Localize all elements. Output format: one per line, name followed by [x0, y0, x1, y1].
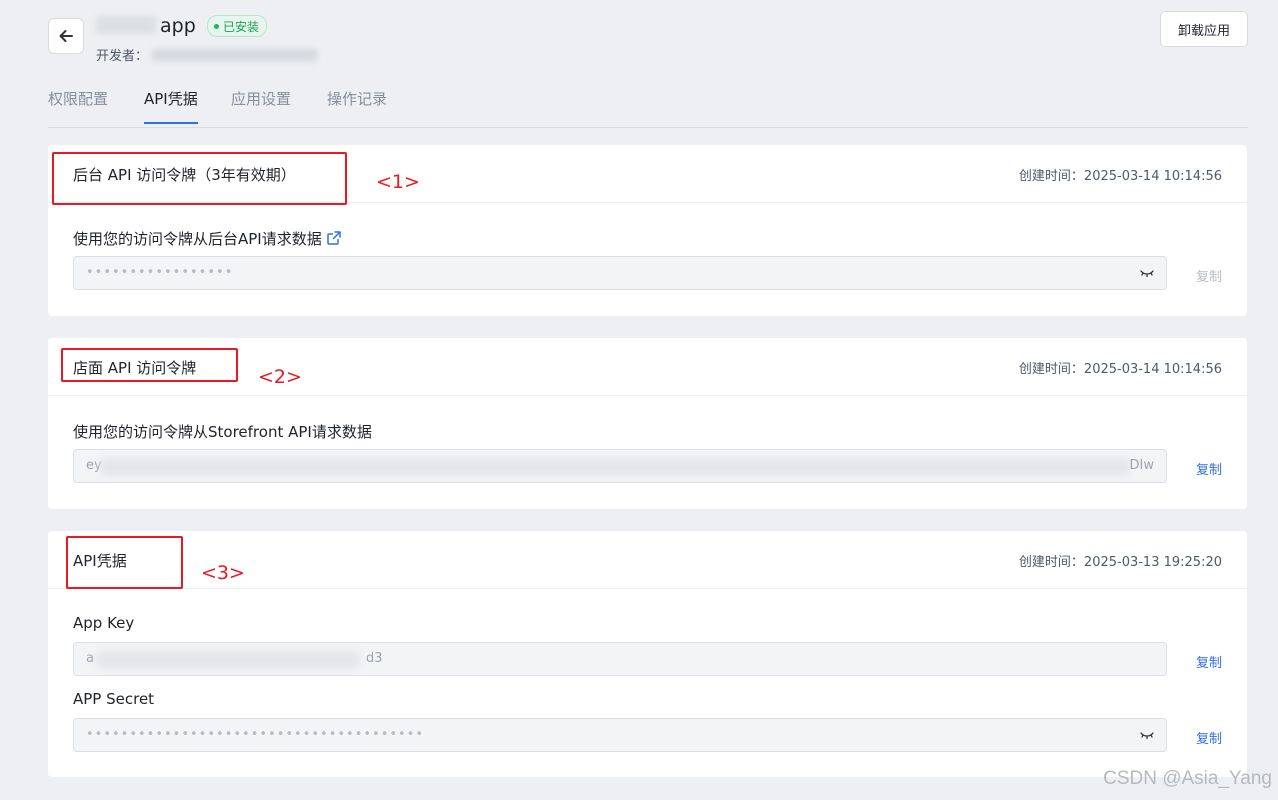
annotation-box-1 [52, 152, 347, 205]
developer-info: 开发者： [96, 45, 318, 64]
field-label: 使用您的访问令牌从Storefront API请求数据 [73, 423, 372, 441]
app-name: app [96, 15, 196, 37]
tab-permissions[interactable]: 权限配置 [48, 88, 108, 123]
eye-closed-icon[interactable] [1140, 268, 1154, 278]
field-label: 使用您的访问令牌从后台API请求数据 [73, 228, 342, 249]
watermark: CSDN @Asia_Yang [1103, 768, 1272, 789]
tab-api-credentials[interactable]: API凭据 [144, 88, 198, 124]
status-dot-icon [214, 23, 219, 29]
redacted-app-name [96, 16, 156, 34]
back-button[interactable] [48, 18, 84, 54]
tab-app-settings[interactable]: 应用设置 [231, 88, 291, 123]
redacted-app-key [96, 651, 360, 669]
redacted-developer-name [152, 49, 318, 61]
copy-button[interactable]: 复制 [1196, 459, 1222, 478]
uninstall-button[interactable]: 卸载应用 [1160, 11, 1248, 47]
annotation-label-1: <1> [376, 171, 420, 193]
app-secret-label: APP Secret [73, 690, 155, 708]
app-header: app 已安装 开发者： 卸载应用 [48, 10, 1248, 66]
annotation-label-3: <3> [201, 562, 245, 584]
annotation-box-2 [61, 348, 238, 382]
redacted-token [100, 458, 1130, 476]
masked-token: ••••••••••••••••• [86, 265, 234, 280]
token-value-end: DIw [1129, 458, 1154, 473]
created-time: 创建时间：2025-03-14 10:14:56 [1018, 169, 1222, 184]
copy-button[interactable]: 复制 [1196, 728, 1222, 747]
created-time: 创建时间：2025-03-14 10:14:56 [1018, 362, 1222, 377]
storefront-token-field[interactable]: ey DIw [73, 449, 1167, 483]
created-time: 创建时间：2025-03-13 19:25:20 [1018, 555, 1222, 570]
admin-token-field[interactable]: ••••••••••••••••• [73, 256, 1167, 290]
copy-button[interactable]: 复制 [1196, 652, 1222, 671]
eye-closed-icon[interactable] [1140, 730, 1154, 740]
copy-button[interactable]: 复制 [1196, 266, 1222, 285]
tab-operation-log[interactable]: 操作记录 [327, 88, 387, 123]
app-key-value-start: a [86, 651, 94, 666]
annotation-label-2: <2> [258, 366, 302, 388]
tab-bar: 权限配置 API凭据 应用设置 操作记录 [48, 80, 1248, 128]
arrow-left-icon [59, 30, 73, 42]
installed-status-badge: 已安装 [207, 15, 268, 37]
app-secret-field[interactable]: ••••••••••••••••••••••••••••••••••••••• [73, 718, 1167, 752]
app-key-label: App Key [73, 614, 135, 632]
app-key-field[interactable]: a d3 [73, 642, 1167, 676]
app-key-value-end: d3 [366, 651, 383, 666]
masked-secret: ••••••••••••••••••••••••••••••••••••••• [86, 727, 425, 742]
annotation-box-3 [66, 536, 183, 589]
external-link-icon[interactable] [326, 230, 342, 246]
